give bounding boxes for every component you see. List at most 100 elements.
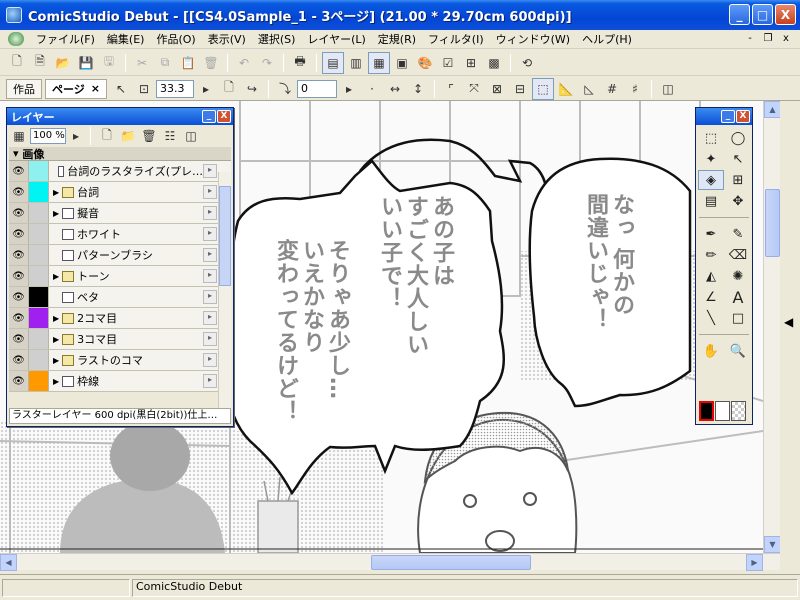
line-tool-icon[interactable]: ╲ [698,308,724,328]
layer-row[interactable]: 👁 ▶ ラストのコマ ▸ [9,350,231,371]
layer-scroll-thumb[interactable] [219,186,231,286]
horizontal-scroll-thumb[interactable] [371,555,531,570]
scroll-right-icon[interactable]: ▶ [746,554,763,571]
layer-row[interactable]: 👁 台詞のラスタライズ(プレ… ▸ [9,161,231,182]
pen-tool-icon[interactable]: ✒ [698,224,724,244]
expand-panel-icon[interactable]: ◀ [784,315,793,329]
rotate-field[interactable]: 0 [297,79,337,98]
lasso-tool-icon[interactable]: ◯ [725,128,751,148]
layer-row[interactable]: 👁 パターンブラシ ▸ [9,245,231,266]
layer-palette-titlebar[interactable]: レイヤー _ X [7,108,233,125]
layer-option-icon[interactable]: ▸ [203,248,217,262]
marker-tool-icon[interactable]: ✏ [698,245,724,265]
eye-icon[interactable]: 👁 [9,245,29,265]
menu-works[interactable]: 作品(O) [150,31,201,47]
transparent-color-swatch[interactable] [731,401,746,421]
menu-select[interactable]: 選択(S) [252,31,302,47]
layer-option-icon[interactable]: ▸ [203,311,217,325]
tool-palette-minimize-button[interactable]: _ [721,110,735,123]
layer-option-icon[interactable]: ▸ [203,206,217,220]
tool-palette-icon[interactable]: ▦ [368,51,390,74]
layer-row[interactable]: 👁 ▶ 台詞 ▸ [9,182,231,203]
rectangle-tool-icon[interactable]: □ [725,308,751,328]
mdi-restore-button[interactable]: ❐ [760,32,776,46]
save-all-icon[interactable]: 🖫 [98,52,120,74]
menu-filter[interactable]: フィルタ(I) [422,31,490,47]
ruler-pen-tool-icon[interactable]: ∠ [698,287,724,307]
layer-color-swatch[interactable] [29,350,49,370]
eye-icon[interactable]: 👁 [9,224,29,244]
layer-row[interactable]: 👁 ホワイト ▸ [9,224,231,245]
text-tool-icon[interactable]: A [725,287,751,307]
eye-icon[interactable]: 👁 [9,287,29,307]
mdi-close-button[interactable]: x [778,32,794,46]
menu-ruler[interactable]: 定規(R) [372,31,422,47]
maximize-button[interactable]: □ [752,4,773,25]
layer-color-swatch[interactable] [29,182,49,202]
eye-icon[interactable]: 👁 [9,266,29,286]
delete-icon[interactable]: 🗑 [200,52,222,74]
hatch-tool-icon[interactable]: ▤ [698,191,724,211]
layer-palette-minimize-button[interactable]: _ [202,110,216,123]
navigator-icon[interactable]: ⊞ [460,52,482,74]
scroll-up-icon[interactable]: ▲ [764,101,781,118]
layer-option-icon[interactable]: ▸ [203,227,217,241]
layer-option-icon[interactable]: ▸ [203,164,217,178]
layer-option-icon[interactable]: ▸ [203,269,217,283]
undo-icon[interactable]: ↶ [233,52,255,74]
expand-arrow-icon[interactable]: ▶ [53,272,59,281]
scroll-left-icon[interactable]: ◀ [0,554,17,571]
airbrush-tool-icon[interactable]: ✺ [725,266,751,286]
expand-arrow-icon[interactable]: ▶ [53,314,59,323]
zoom-field[interactable]: 33.3 [156,79,194,98]
menu-view[interactable]: 表示(V) [202,31,252,47]
fit-page-icon[interactable]: ⊡ [133,78,155,100]
check-icon[interactable]: ☑ [437,52,459,74]
layer-color-swatch[interactable] [29,266,49,286]
layer-option-icon[interactable]: ▸ [203,374,217,388]
tab-close-icon[interactable]: × [91,82,100,95]
layer-color-swatch[interactable] [29,371,49,391]
flip-vertical-icon[interactable]: ↕ [407,78,429,100]
hand-tool-icon[interactable]: ✋ [698,341,724,361]
layer-color-swatch[interactable] [29,203,49,223]
layer-menu-icon[interactable]: ◫ [182,125,200,147]
snap-ruler-icon[interactable]: ⊠ [486,78,508,100]
color-palette-icon[interactable]: ▩ [483,52,505,74]
layer-properties-icon[interactable]: ▥ [345,52,367,74]
cut-icon[interactable]: ✂ [131,52,153,74]
layer-group-header[interactable]: ▾ 画像 [9,147,231,161]
tool-palette-close-button[interactable]: X [736,110,750,123]
triangle-ruler-icon[interactable]: ◺ [578,78,600,100]
layer-color-swatch[interactable] [29,308,49,328]
layer-row[interactable]: 👁 ▶ 枠線 ▸ [9,371,231,392]
expand-arrow-icon[interactable]: ▶ [53,209,59,218]
white-color-swatch[interactable] [715,401,730,421]
expand-arrow-icon[interactable]: ▶ [53,377,59,386]
scroll-down-icon[interactable]: ▼ [764,536,781,553]
layer-row[interactable]: 👁 ▶ 擬音 ▸ [9,203,231,224]
expand-arrow-icon[interactable]: ▶ [53,188,59,197]
menu-window[interactable]: ウィンドウ(W) [490,31,576,47]
page-nav-icon[interactable]: ↖ [110,78,132,100]
layer-color-swatch[interactable] [29,224,49,244]
move-tool-icon[interactable]: ✥ [725,191,751,211]
eye-icon[interactable]: 👁 [9,329,29,349]
menu-layer[interactable]: レイヤー(L) [301,31,371,47]
flip-horizontal-icon[interactable]: ↔ [384,78,406,100]
layer-color-swatch[interactable] [29,287,49,307]
rotate-page-icon[interactable]: ↪ [241,78,263,100]
page-icon[interactable]: 🗋 [218,78,240,100]
close-button[interactable]: X [775,4,796,25]
collapse-icon[interactable]: ▾ [13,147,19,160]
grid-tool-icon[interactable]: ⊞ [725,170,751,190]
expand-arrow-icon[interactable]: ▶ [53,356,59,365]
layer-select-tool-icon[interactable]: ◈ [698,170,724,190]
layer-color-swatch[interactable] [29,245,49,265]
magic-wand-tool-icon[interactable]: ✦ [698,149,724,169]
rotate-arrow-icon[interactable]: ▸ [338,78,360,100]
opacity-arrow-icon[interactable]: ▸ [69,125,83,147]
layer-option-icon[interactable]: ▸ [203,353,217,367]
grid-alt-icon[interactable]: ♯ [624,78,646,100]
eye-icon[interactable]: 👁 [9,182,29,202]
